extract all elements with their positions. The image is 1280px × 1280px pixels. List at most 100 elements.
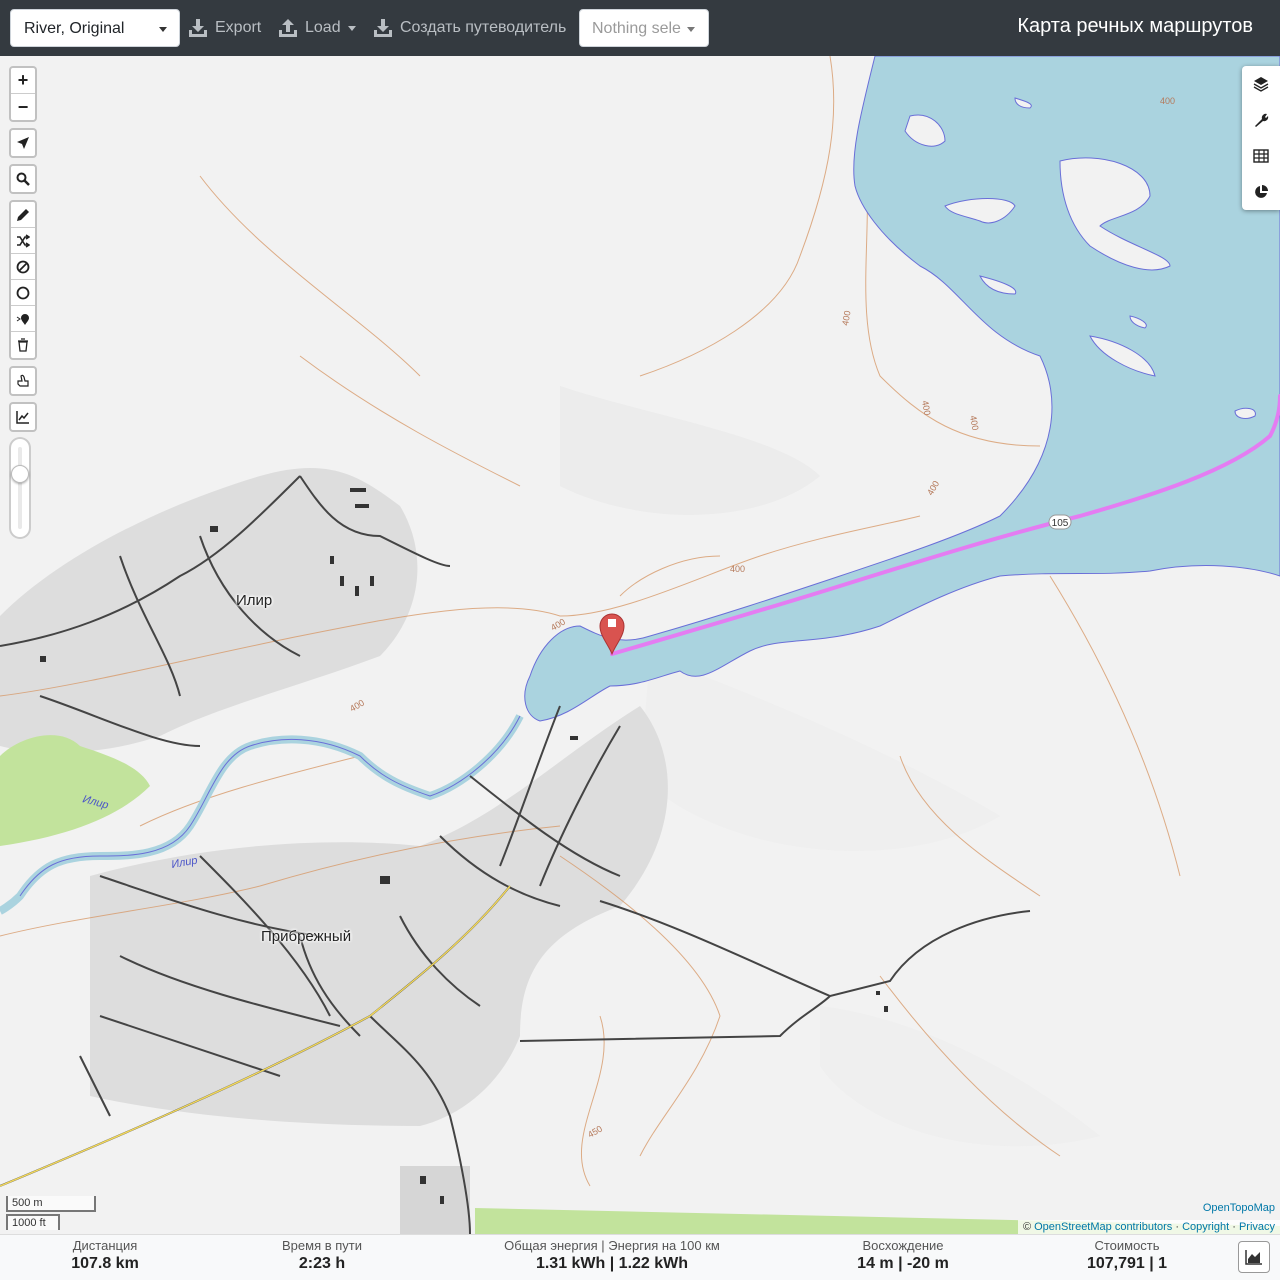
locate-icon (17, 137, 29, 149)
circle-icon (16, 286, 30, 299)
slider-handle[interactable] (11, 465, 29, 483)
chevron-down-icon (347, 25, 356, 31)
route-stats-bar: Дистанция 107.8 km Время в пути 2:23 h О… (0, 1234, 1280, 1280)
attribution: © OpenStreetMap contributors · Copyright… (1017, 1220, 1280, 1234)
stat-time-label: Время в пути (282, 1238, 362, 1253)
scale-imperial: 1000 ft (6, 1214, 60, 1230)
profile-select-value: River, Original (24, 20, 125, 37)
no-go-area-button[interactable] (11, 254, 35, 280)
reroute-icon (17, 233, 30, 248)
stat-distance-label: Дистанция (72, 1238, 138, 1253)
zoom-in-button[interactable]: + (11, 68, 35, 94)
opentopomap-link[interactable]: OpenTopoMap (1203, 1202, 1275, 1214)
stat-ascent-label: Восхождение (862, 1238, 944, 1253)
pie-chart-icon (1255, 185, 1268, 198)
zoom-out-button[interactable]: − (11, 94, 35, 120)
stat-ascent-value: 14 m | -20 m (857, 1255, 949, 1272)
circle-area-button[interactable] (11, 280, 35, 306)
download-icon (189, 19, 207, 37)
export-label: Export (215, 19, 262, 36)
stat-energy: Общая энергия | Энергия на 100 км 1.31 k… (504, 1238, 720, 1273)
statistics-button[interactable] (1242, 174, 1280, 210)
hand-control (9, 366, 37, 396)
layers-button[interactable] (1242, 66, 1280, 102)
draw-toolbar (9, 200, 37, 360)
river-reservoir (524, 56, 1280, 722)
contour-label: 450 (586, 1124, 604, 1140)
create-guide-label: Создать путеводитель (400, 19, 567, 36)
contour-label: 400 (920, 400, 932, 417)
selection-dropdown[interactable]: Nothing sele (579, 9, 709, 47)
contour-label: 400 (925, 479, 941, 497)
opacity-slider[interactable] (9, 437, 31, 539)
contour-label: 400 (1160, 96, 1175, 106)
copyright-sign: © (1022, 1221, 1032, 1233)
place-label-ilir: Илир (236, 592, 273, 609)
search-control (9, 164, 37, 194)
contour-label: 400 (730, 564, 745, 574)
stat-energy-value: 1.31 kWh | 1.22 kWh (535, 1255, 689, 1272)
forest-area (0, 735, 150, 846)
chevron-down-icon (159, 27, 167, 32)
attribution-separator: · (1172, 1221, 1183, 1233)
elevation-profile-button[interactable] (1238, 1241, 1270, 1273)
poi-button[interactable] (11, 306, 35, 332)
app-title: Карта речных маршрутов (1017, 15, 1253, 37)
contour-label: 400 (968, 415, 980, 432)
chevron-down-icon (687, 27, 695, 32)
privacy-link[interactable]: Privacy (1239, 1221, 1275, 1233)
osm-link[interactable]: OpenStreetMap contributors (1034, 1221, 1172, 1233)
stat-cost-value: 107,791 | 1 (1086, 1255, 1168, 1272)
settings-button[interactable] (1242, 102, 1280, 138)
top-navbar: River, Original Export Load Создать путе… (0, 0, 1280, 56)
create-guide-button[interactable]: Создать путеводитель (373, 14, 566, 42)
copyright-link[interactable]: Copyright (1182, 1221, 1229, 1233)
table-icon (1253, 149, 1269, 163)
draw-route-button[interactable] (11, 202, 35, 228)
locate-control (9, 128, 37, 158)
chart-icon (16, 411, 29, 424)
stat-distance-value: 107.8 km (71, 1255, 139, 1272)
contour-label: 400 (840, 310, 852, 327)
stat-ascent: Восхождение 14 m | -20 m (857, 1238, 949, 1273)
right-control-panel (1242, 66, 1280, 210)
locate-button[interactable] (11, 130, 35, 156)
search-icon (16, 172, 30, 186)
road-ref-badge: 105 (1048, 514, 1072, 530)
draw-icon (17, 208, 29, 221)
elevation-chart-button[interactable] (11, 404, 35, 430)
scale-metric: 500 m (6, 1196, 96, 1212)
stat-energy-label: Общая энергия | Энергия на 100 км (504, 1238, 720, 1253)
stat-time: Время в пути 2:23 h (282, 1238, 362, 1273)
export-button[interactable]: Export (188, 14, 261, 42)
profile-select[interactable]: River, Original (10, 9, 180, 47)
selection-placeholder: Nothing sele (592, 20, 681, 37)
hand-icon (17, 374, 29, 387)
load-label: Load (305, 19, 341, 36)
load-button[interactable]: Load (278, 14, 356, 42)
settlement-area-south (400, 1166, 470, 1234)
delete-route-button[interactable] (11, 332, 35, 358)
map-canvas[interactable]: 105 400 400 400 400 400 400 400 400 450 Илир Илир… (0, 56, 1280, 1234)
no-go-icon (16, 260, 30, 273)
download-icon (374, 19, 392, 37)
reroute-button[interactable] (11, 228, 35, 254)
table-button[interactable] (1242, 138, 1280, 174)
stat-cost-label: Стоимость (1094, 1238, 1160, 1253)
stat-distance: Дистанция 107.8 km (71, 1238, 139, 1273)
contour-label: 400 (348, 698, 366, 714)
delete-icon (18, 338, 28, 352)
poi-icon (16, 313, 29, 325)
slider-track (18, 447, 22, 529)
search-button[interactable] (11, 166, 35, 192)
stat-cost: Стоимость 107,791 | 1 (1087, 1238, 1167, 1273)
area-chart-icon (1245, 1250, 1262, 1265)
map-layer: 105 400400400400400400400400450 ИлирИлир (0, 56, 1280, 1234)
attribution-separator: · (1229, 1221, 1239, 1233)
zoom-control: + − (9, 66, 37, 122)
hand-button[interactable] (11, 368, 35, 394)
elevation-control (9, 402, 37, 432)
upload-icon (279, 19, 297, 37)
wrench-icon (1255, 113, 1269, 127)
place-label-pribrezhny: Прибрежный (261, 928, 352, 945)
